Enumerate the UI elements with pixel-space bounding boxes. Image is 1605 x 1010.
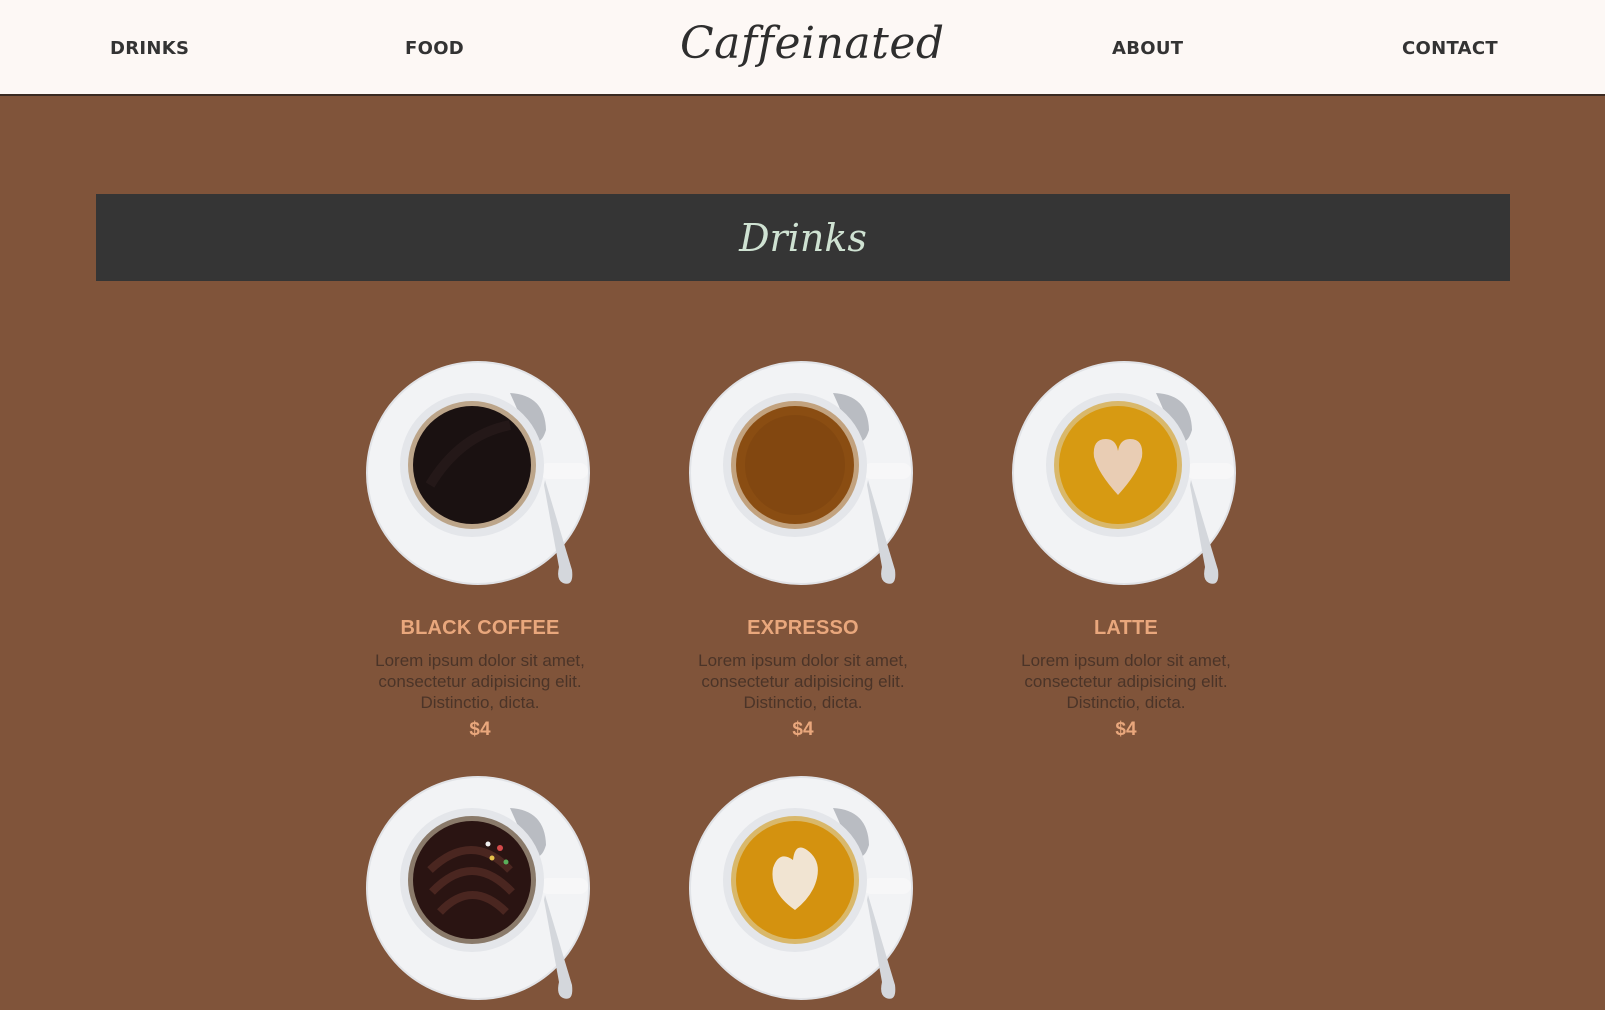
brand-logo[interactable]: Caffeinated <box>680 18 945 69</box>
drink-price: $4 <box>1115 719 1137 740</box>
nav-link-drinks[interactable]: DRINKS <box>110 38 189 59</box>
expresso-cup-image <box>683 355 923 595</box>
nav-link-about[interactable]: ABOUT <box>1112 38 1183 59</box>
drink-price: $4 <box>469 719 491 740</box>
drink-card-latte[interactable]: LATTE Lorem ipsum dolor sit amet, consec… <box>1006 355 1246 741</box>
section-title: Drinks <box>739 215 867 260</box>
nav-link-contact[interactable]: CONTACT <box>1402 38 1498 59</box>
drink-price: $4 <box>792 719 814 740</box>
drink-card-cappuccino[interactable] <box>683 770 923 1010</box>
drink-description: Lorem ipsum dolor sit amet, consectetur … <box>375 651 585 712</box>
drink-name: BLACK COFFEE <box>400 617 560 639</box>
nav-link-food[interactable]: FOOD <box>405 38 464 59</box>
latte-cup-image <box>1006 355 1246 595</box>
drink-name: LATTE <box>1094 617 1158 639</box>
black-coffee-cup-image <box>360 355 600 595</box>
drink-card-chocolate[interactable] <box>360 770 600 1010</box>
chocolate-cup-image <box>360 770 600 1010</box>
top-navbar: DRINKS FOOD Caffeinated ABOUT CONTACT <box>0 0 1605 96</box>
drink-description: Lorem ipsum dolor sit amet, consectetur … <box>698 651 908 712</box>
drink-description: Lorem ipsum dolor sit amet, consectetur … <box>1021 651 1231 712</box>
cappuccino-cup-image <box>683 770 923 1010</box>
drink-name: EXPRESSO <box>747 617 859 639</box>
drink-card-expresso[interactable]: EXPRESSO Lorem ipsum dolor sit amet, con… <box>683 355 923 741</box>
drinks-section-banner: Drinks <box>96 194 1510 281</box>
drink-card-black-coffee[interactable]: BLACK COFFEE Lorem ipsum dolor sit amet,… <box>360 355 600 741</box>
